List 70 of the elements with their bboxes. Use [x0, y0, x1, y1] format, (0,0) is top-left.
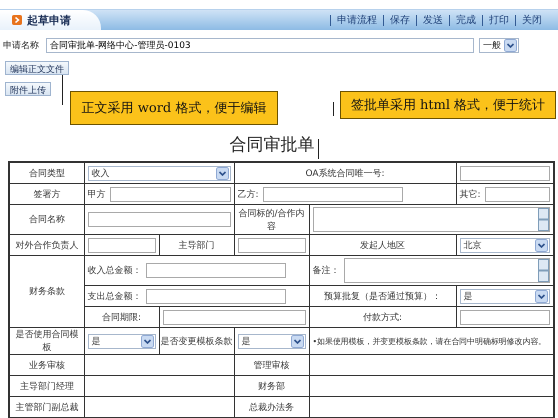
input-field[interactable]	[484, 186, 550, 202]
input-field[interactable]	[262, 186, 403, 202]
field-label: 财务条款	[28, 287, 65, 297]
scroll-arrows-icon[interactable]	[538, 259, 549, 282]
toolbar-link[interactable]: 完成	[449, 14, 482, 26]
field-label: 合同类型	[28, 168, 65, 178]
textarea-field[interactable]	[344, 258, 550, 283]
field-label: 总裁办法务	[249, 402, 294, 412]
caret-icon	[535, 290, 548, 302]
header-tab[interactable]: 起草申请	[0, 10, 101, 30]
select-field[interactable]: 北京	[460, 238, 550, 252]
field-label: OA系统合同唯一号:	[305, 168, 385, 178]
callout-box: 正文采用 word 格式，便于编辑	[70, 91, 278, 125]
field-label: 乙方:	[238, 188, 259, 200]
field-label: 合同标的/合作内容	[238, 208, 305, 232]
action-button[interactable]: 附件上传	[5, 82, 51, 96]
form-title: 合同审批单	[230, 134, 314, 157]
field-label: 主导部门经理	[20, 382, 74, 392]
input-field[interactable]	[238, 238, 306, 252]
callout-box: 签批单采用 html 格式，便于统计	[340, 91, 556, 119]
input-field[interactable]	[88, 238, 156, 252]
textarea-field[interactable]	[312, 207, 550, 232]
toolbar-link[interactable]: 打印	[482, 14, 515, 26]
input-field[interactable]	[146, 288, 286, 304]
caret-icon	[216, 166, 228, 180]
leader-line	[333, 102, 334, 116]
caret-icon	[535, 238, 548, 252]
select-field[interactable]: 是	[460, 288, 550, 304]
field-label: 甲方	[88, 188, 106, 200]
field-label: 管理审核	[254, 360, 290, 370]
field-label: 发起人地区	[360, 240, 405, 250]
field-label: 备注：	[312, 264, 340, 277]
input-field[interactable]	[460, 310, 550, 324]
scroll-arrows-icon[interactable]	[538, 208, 549, 231]
input-field[interactable]	[146, 263, 286, 278]
field-label: 支出总金额：	[88, 290, 142, 302]
field-label: 合同期限:	[102, 312, 142, 322]
caret-icon	[504, 39, 517, 52]
leader-line	[62, 75, 63, 105]
input-field[interactable]	[162, 310, 306, 324]
input-field[interactable]	[88, 212, 230, 227]
select-field[interactable]: 收入	[88, 166, 230, 180]
field-label: 主导部门	[178, 240, 214, 250]
field-label: 预算批复（是否通过预算）：	[324, 292, 441, 302]
field-label: 收入总金额：	[88, 264, 142, 277]
toolbar-link[interactable]: 发送	[416, 14, 449, 26]
field-label: 业务审核	[28, 360, 65, 370]
field-label: 是否使用合同模板	[15, 330, 78, 353]
input-field[interactable]	[110, 186, 230, 202]
caret-icon	[290, 334, 304, 348]
toolbar-link[interactable]: 保存	[383, 14, 416, 26]
field-label: 是否变更模板条款	[160, 336, 232, 346]
field-label: 主管部门副总裁	[15, 402, 78, 412]
field-label: 付款方式:	[362, 312, 402, 322]
arrow-icon	[12, 15, 22, 25]
input-field[interactable]: 合同审批单-网络中心-管理员-0103	[46, 38, 474, 53]
field-label: 对外合作负责人	[15, 240, 78, 250]
field-label: 合同名称	[28, 215, 65, 225]
select-field[interactable]: 一般	[479, 38, 519, 53]
toolbar-link[interactable]: 关闭	[515, 14, 548, 26]
toolbar-link[interactable]: 申请流程	[330, 14, 383, 26]
field-label: 签署方	[33, 190, 60, 200]
input-field[interactable]	[460, 166, 550, 180]
select-field[interactable]: 是	[238, 334, 306, 348]
action-button[interactable]: 编辑正文文件	[5, 61, 69, 75]
field-label: 财务部	[258, 382, 285, 392]
field-label: 其它:	[460, 188, 481, 200]
caret-icon	[140, 334, 154, 348]
field-label: 申请名称	[3, 40, 40, 52]
select-field[interactable]: 是	[88, 334, 156, 348]
